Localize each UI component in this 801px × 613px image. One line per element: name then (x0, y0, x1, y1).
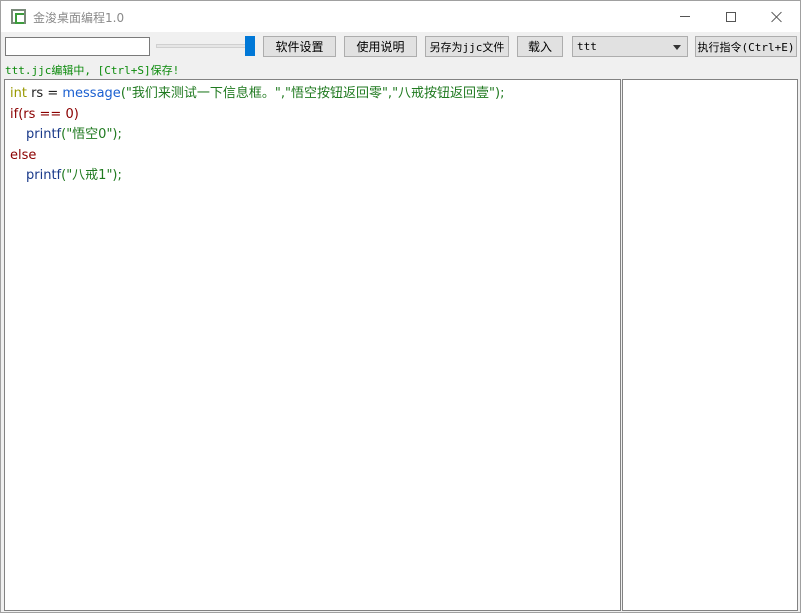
load-button[interactable]: 载入 (517, 36, 563, 57)
code-function: message (62, 86, 121, 101)
code-line-1: int rs = message("我们来测试一下信息框。","悟空按钮返回零"… (10, 84, 615, 105)
file-select-value: ttt (577, 40, 597, 53)
code-function: printf (26, 127, 62, 142)
code-function: printf (26, 168, 62, 183)
status-text: ttt.jjc编辑中, [Ctrl+S]保存! (5, 64, 180, 77)
save-as-jjc-button[interactable]: 另存为jjc文件 (425, 36, 509, 57)
title-bar[interactable]: 金浚桌面编程1.0 (1, 1, 800, 32)
maximize-button[interactable] (708, 1, 754, 32)
maximize-icon (726, 11, 736, 22)
slider-thumb[interactable] (245, 36, 255, 56)
slider-track[interactable] (156, 44, 252, 48)
minimize-icon (680, 16, 690, 17)
code-line-2: if(rs == 0) (10, 105, 615, 126)
code-string: ("我们来测试一下信息框。","悟空按钮返回零","八戒按钮返回壹"); (120, 86, 505, 101)
code-keyword: int (10, 86, 27, 101)
close-icon (771, 11, 783, 23)
code-string: ("八戒1"); (61, 168, 122, 183)
code-text: (rs == 0) (18, 106, 79, 122)
window-title: 金浚桌面编程1.0 (33, 11, 125, 25)
output-panel[interactable] (622, 79, 798, 611)
code-editor[interactable]: int rs = message("我们来测试一下信息框。","悟空按钮返回零"… (4, 79, 621, 611)
minimize-button[interactable] (662, 1, 708, 32)
help-button[interactable]: 使用说明 (344, 36, 417, 57)
code-string: ("悟空0"); (61, 127, 122, 142)
command-input[interactable] (5, 37, 150, 56)
app-logo-icon (11, 9, 26, 24)
app-window: 金浚桌面编程1.0 软件设置 使用说明 另存为jjc文件 载入 ttt 执行指令… (0, 0, 801, 613)
file-select[interactable]: ttt (572, 36, 688, 57)
settings-button[interactable]: 软件设置 (263, 36, 336, 57)
code-line-4: else (10, 146, 615, 167)
execute-button[interactable]: 执行指令(Ctrl+E) (695, 36, 797, 57)
code-keyword: else (10, 147, 37, 163)
code-text: rs = (26, 86, 63, 101)
code-line-5: printf("八戒1"); (10, 166, 615, 187)
close-button[interactable] (754, 1, 800, 32)
code-keyword: if (10, 106, 19, 122)
chevron-down-icon (673, 45, 681, 50)
code-line-3: printf("悟空0"); (10, 125, 615, 146)
